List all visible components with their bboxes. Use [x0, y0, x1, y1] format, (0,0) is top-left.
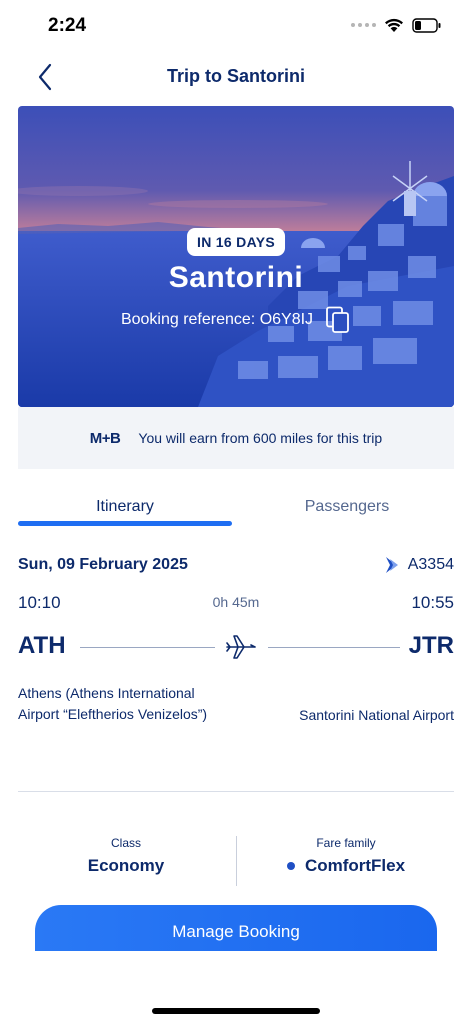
info-divider — [236, 836, 237, 886]
fare-family-label: Fare family — [316, 836, 376, 850]
destination-city: Santorini — [168, 261, 304, 294]
departure-code: ATH — [18, 632, 66, 659]
battery-icon — [412, 17, 441, 33]
copy-icon[interactable] — [325, 306, 351, 334]
miles-bonus-logo: M+B — [89, 429, 121, 447]
trip-hero-card: IN 16 DAYS Santorini Booking reference: … — [18, 106, 454, 407]
header: Trip to Santorini — [0, 52, 472, 102]
airline-logo-icon — [385, 557, 398, 573]
home-indicator[interactable] — [152, 1008, 320, 1014]
fare-family-info: Fare family ComfortFlex — [246, 836, 446, 876]
miles-banner: M+B You will earn from 600 miles for thi… — [18, 407, 454, 469]
flight-date: Sun, 09 February 2025 — [18, 556, 188, 573]
booking-reference: Booking reference: O6Y8IJ — [18, 306, 454, 334]
santorini-photo — [18, 106, 454, 407]
arrival-code: JTR — [408, 632, 454, 659]
fare-family-value: ComfortFlex — [246, 856, 446, 876]
page-title: Trip to Santorini — [167, 66, 305, 86]
status-time: 2:24 — [48, 15, 87, 36]
flight-number-text: A3354 — [407, 556, 454, 573]
departure-airport: Athens (Athens International Airport “El… — [18, 685, 208, 722]
booking-reference-text: Booking reference: O6Y8IJ — [120, 311, 314, 328]
tab-passengers[interactable]: Passengers — [240, 498, 454, 516]
flight-number: A3354 — [384, 556, 454, 574]
fare-family-value-text: ComfortFlex — [304, 856, 406, 875]
route-line — [80, 647, 215, 648]
flight-duration: 0h 45m — [212, 594, 260, 610]
fare-family-dot-icon — [286, 862, 295, 870]
divider — [18, 791, 454, 792]
status-icons — [351, 17, 442, 33]
arrival-airport: Santorini National Airport — [299, 707, 454, 723]
manage-booking-button[interactable]: Manage Booking — [35, 905, 437, 957]
wifi-icon — [385, 18, 403, 32]
status-bar: 2:24 — [0, 0, 472, 52]
class-info: Class Economy — [26, 836, 226, 876]
days-until-badge: IN 16 DAYS — [187, 228, 285, 256]
miles-text: You will earn from 600 miles for this tr… — [138, 430, 383, 446]
tab-itinerary[interactable]: Itinerary — [18, 498, 232, 516]
class-value: Economy — [26, 856, 226, 876]
plane-icon — [226, 635, 256, 659]
signal-icon — [351, 23, 376, 27]
class-label: Class — [110, 836, 141, 850]
route-line — [268, 647, 400, 648]
class-value-text: Economy — [87, 856, 165, 875]
tabs: Itinerary Passengers — [18, 490, 454, 528]
tab-indicator — [18, 521, 232, 526]
arrival-time: 10:55 — [411, 593, 454, 612]
